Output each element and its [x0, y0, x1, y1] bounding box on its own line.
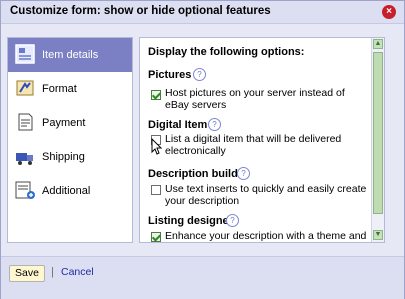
sidebar-item-label: Shipping	[42, 151, 85, 163]
section-title-description-builder: Description builder	[148, 168, 249, 180]
pictures-option-label: Host pictures on your server instead of …	[165, 87, 345, 111]
section-title-listing-designer: Listing designer	[148, 215, 233, 227]
cancel-link[interactable]: Cancel	[61, 266, 94, 278]
sidebar-item-format[interactable]: Format	[8, 72, 132, 106]
sidebar-item-payment[interactable]: Payment	[8, 106, 132, 140]
sidebar-nav: Item details Format Payment Shipping Add…	[7, 37, 133, 243]
scroll-down-button[interactable]: ▼	[373, 230, 383, 240]
section-title-digital-item: Digital Item	[148, 119, 208, 131]
sidebar-item-additional[interactable]: Additional	[8, 174, 132, 208]
sidebar-item-label: Item details	[42, 49, 99, 61]
description-builder-checkbox[interactable]	[151, 185, 161, 195]
sidebar-item-item-details[interactable]: Item details	[8, 38, 132, 72]
section-title-pictures: Pictures	[148, 69, 192, 81]
footer-separator: |	[51, 266, 54, 278]
sidebar-item-label: Format	[42, 83, 77, 95]
format-icon	[16, 80, 34, 96]
dialog-titlebar: Customize form: show or hide optional fe…	[1, 1, 404, 24]
customize-form-dialog: Customize form: show or hide optional fe…	[0, 0, 405, 299]
additional-icon	[15, 181, 35, 199]
close-icon[interactable]: ×	[382, 5, 396, 19]
help-icon[interactable]: ?	[208, 118, 221, 131]
item-details-icon	[15, 44, 35, 64]
help-icon[interactable]: ?	[193, 68, 206, 81]
scroll-thumb[interactable]	[373, 52, 383, 214]
options-scrollbar[interactable]: ▲ ▼	[371, 38, 384, 242]
mouse-cursor-icon	[151, 138, 163, 155]
save-button[interactable]: Save	[9, 265, 45, 282]
pictures-checkbox[interactable]	[151, 90, 161, 100]
help-icon[interactable]: ?	[226, 214, 239, 227]
listing-designer-option-label: Enhance your description with a theme an…	[165, 230, 367, 242]
shipping-icon	[16, 153, 33, 165]
sidebar-item-label: Payment	[42, 117, 86, 129]
dialog-footer: Save | Cancel	[1, 256, 404, 299]
dialog-title: Customize form: show or hide optional fe…	[10, 5, 271, 17]
sidebar-item-label: Additional	[42, 185, 91, 197]
listing-designer-checkbox[interactable]	[151, 232, 161, 242]
sidebar-item-shipping[interactable]: Shipping	[8, 140, 132, 174]
digital-item-option-label: List a digital item that will be deliver…	[165, 133, 342, 157]
scroll-up-button[interactable]: ▲	[373, 39, 383, 49]
options-panel: Display the following options: Pictures …	[139, 37, 385, 243]
description-builder-option-label: Use text inserts to quickly and easily c…	[165, 183, 367, 207]
options-heading: Display the following options:	[148, 46, 305, 58]
payment-icon	[18, 113, 33, 131]
help-icon[interactable]: ?	[237, 167, 250, 180]
